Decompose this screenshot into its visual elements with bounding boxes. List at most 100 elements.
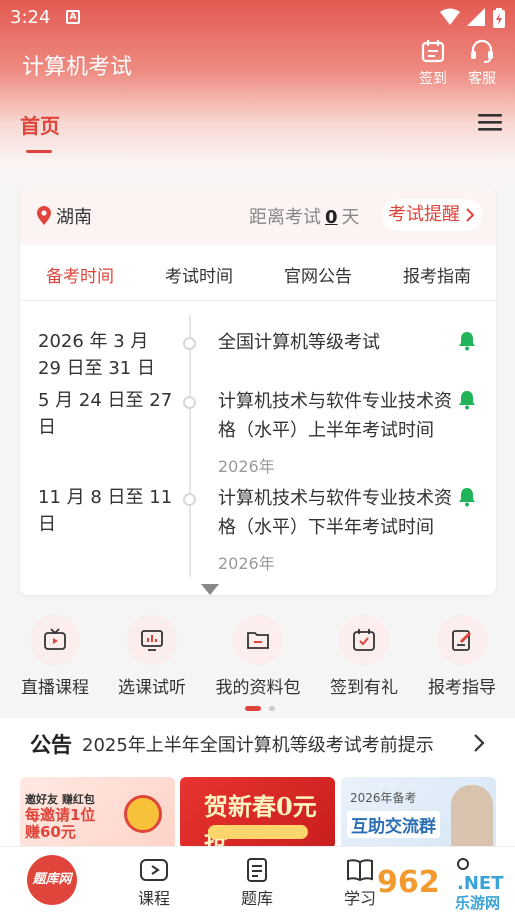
event-date: 5 月 24 日至 27 日 [38, 390, 173, 438]
tab-question-bank[interactable]: 题库 [222, 857, 292, 909]
wifi-icon [440, 8, 460, 25]
red-envelope-icon [124, 795, 162, 833]
tv-icon [30, 615, 80, 665]
page-dot-active [245, 706, 261, 711]
schedule-tabs: 备考时间 考试时间 官网公告 报考指南 [20, 245, 496, 301]
event-year: 2026年 [218, 457, 275, 476]
watermark-net: .NET [457, 873, 504, 894]
quick-entry-checkin-gift[interactable]: 签到有礼 [311, 615, 417, 698]
banner-line1: 贺新春0元抢 [204, 792, 317, 849]
folder-icon [233, 615, 283, 665]
bell-icon[interactable] [458, 331, 476, 351]
quick-entry-label: 我的资料包 [215, 678, 301, 698]
timeline-event[interactable]: 5 月 24 日至 27 日 计算机技术与软件专业技术资格（水平）上半年考试时间… [20, 387, 496, 476]
banner-invite-friends[interactable]: 邀好友 赚红包 每邀请1位 赚60元 [20, 777, 175, 849]
banner-line1: 2026年备考 [350, 791, 417, 805]
timeline-event[interactable]: 2026 年 3 月 29 日至 31 日 全国计算机等级考试 [20, 328, 496, 380]
app-title: 计算机考试 [22, 55, 133, 80]
countdown-suffix: 天 [341, 207, 360, 228]
event-name: 计算机技术与软件专业技术资格（水平）下半年考试时间 [218, 488, 452, 538]
quick-entry-label: 直播课程 [21, 678, 89, 698]
customer-service-button[interactable]: 客服 [460, 38, 504, 88]
document-icon [247, 858, 267, 882]
bell-icon[interactable] [458, 487, 476, 507]
banner-new-year[interactable]: 贺新春0元抢 [180, 777, 335, 849]
watermark-site: 乐游网 [455, 894, 501, 912]
checkin-button[interactable]: 签到 [411, 38, 455, 88]
banner-line2: 每邀请1位 赚60元 [25, 806, 96, 841]
event-year: 2026年 [218, 554, 275, 573]
countdown-prefix: 距离考试 [249, 207, 321, 228]
quick-entry-label: 选课试听 [118, 678, 186, 698]
tab-course[interactable]: 课程 [119, 857, 189, 909]
notification-app-icon: A [66, 10, 80, 24]
page-dot [269, 706, 276, 711]
timeline-event[interactable]: 11 月 8 日至 11 日 计算机技术与软件专业技术资格（水平）下半年考试时间… [20, 484, 496, 574]
app-screen: 3:24 A 计算机考试 签到 客服 首页 湖南 距离考试 0 天 考试提醒 备… [0, 0, 515, 917]
banner-person-image [451, 785, 493, 849]
event-date: 11 月 8 日至 11 日 [38, 487, 173, 535]
timeline-dot [183, 493, 196, 506]
tab-home[interactable]: 首页 [20, 110, 60, 139]
quick-entry-trial-course[interactable]: 选课试听 [99, 615, 205, 698]
tab-label: 课程 [137, 889, 170, 908]
chart-board-icon [127, 615, 177, 665]
location-label: 湖南 [56, 207, 92, 228]
tab-apply-guide[interactable]: 报考指南 [403, 262, 471, 287]
expand-arrow-icon[interactable] [201, 584, 219, 595]
bell-icon[interactable] [458, 390, 476, 410]
calendar-check-icon [339, 615, 389, 665]
quick-entry-live-course[interactable]: 直播课程 [2, 615, 108, 698]
battery-icon [493, 8, 505, 28]
quick-entry-row: 直播课程 选课试听 我的资料包 签到有礼 报考指导 [0, 615, 515, 711]
countdown-days: 0 [325, 207, 338, 228]
play-icon [140, 859, 168, 881]
banner-line2: 互助交流群 [347, 811, 440, 838]
card-header: 湖南 距离考试 0 天 考试提醒 [20, 187, 496, 245]
quick-entry-label: 报考指导 [428, 678, 496, 698]
tab-prep-time[interactable]: 备考时间 [46, 262, 114, 287]
chevron-right-icon [466, 208, 475, 222]
watermark-logo: 962 .NET 乐游网 [375, 865, 513, 913]
headset-icon [471, 39, 493, 63]
event-date: 2026 年 3 月 29 日至 31 日 [38, 331, 155, 379]
banner-row: 邀好友 赚红包 每邀请1位 赚60元 贺新春0元抢 2026年备考 互助交流群 [0, 768, 515, 849]
timeline-dot [183, 337, 196, 350]
exam-countdown: 距离考试 0 天 [249, 203, 360, 229]
banner-line1: 邀好友 赚红包 [25, 793, 95, 806]
calendar-icon [421, 40, 445, 63]
signal-icon [467, 8, 485, 26]
notice-text: 2025年上半年全国计算机等级考试考前提示 [82, 735, 434, 756]
watermark-main: 962 [377, 865, 440, 900]
tab-label: 题库 [240, 889, 273, 908]
page-indicator [245, 698, 276, 717]
event-name: 全国计算机等级考试 [218, 332, 380, 353]
tab-label: 学习 [343, 889, 376, 908]
timeline-dot [183, 396, 196, 409]
location-pin-icon [37, 206, 51, 225]
tab-official-notice[interactable]: 官网公告 [284, 262, 352, 287]
notice-bar[interactable]: 公告 2025年上半年全国计算机等级考试考前提示 [0, 718, 515, 768]
quick-entry-label: 签到有礼 [330, 678, 398, 698]
checkin-label: 签到 [419, 71, 447, 87]
tab-home-indicator [26, 150, 52, 153]
event-name: 计算机技术与软件专业技术资格（水平）上半年考试时间 [218, 391, 452, 441]
quick-entry-apply-guidance[interactable]: 报考指导 [409, 615, 515, 698]
edit-doc-icon [437, 615, 487, 665]
banner-ribbon [208, 825, 308, 839]
notice-tag: 公告 [30, 733, 72, 757]
status-bar: 3:24 A [0, 0, 515, 36]
banner-study-group[interactable]: 2026年备考 互助交流群 [341, 777, 496, 849]
status-time: 3:24 [10, 7, 51, 28]
location-selector[interactable]: 湖南 [36, 203, 92, 229]
exam-schedule-card: 湖南 距离考试 0 天 考试提醒 备考时间 考试时间 官网公告 报考指南 2026 … [20, 187, 496, 595]
service-label: 客服 [468, 71, 496, 87]
remind-label: 考试提醒 [388, 204, 460, 225]
quick-entry-my-materials[interactable]: 我的资料包 [205, 615, 311, 698]
tab-home-logo[interactable]: 题库网 [27, 855, 77, 905]
book-icon [347, 859, 373, 882]
tab-exam-time[interactable]: 考试时间 [165, 262, 233, 287]
exam-reminder-button[interactable]: 考试提醒 [382, 199, 482, 231]
menu-icon[interactable] [478, 112, 502, 132]
chevron-right-icon [474, 734, 485, 752]
